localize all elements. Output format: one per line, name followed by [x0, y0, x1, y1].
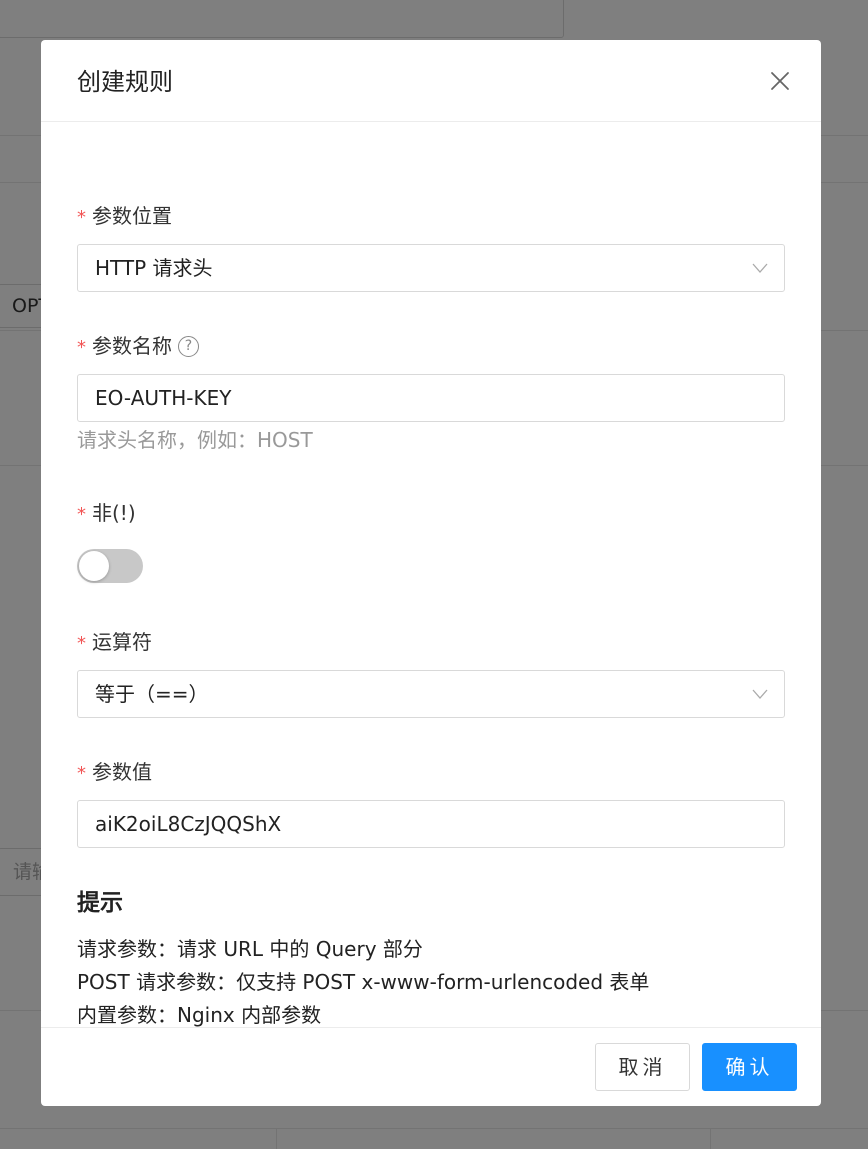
tips-line: 请求参数：请求 URL 中的 Query 部分 — [77, 937, 423, 961]
param-value-value: aiK2oiL8CzJQQShX — [95, 812, 282, 836]
param-name-input[interactable]: EO-AUTH-KEY — [77, 374, 785, 422]
tips-line: POST 请求参数：仅支持 POST x-www-form-urlencoded… — [77, 970, 650, 994]
required-mark: * — [77, 763, 86, 784]
param-name-value: EO-AUTH-KEY — [95, 386, 232, 410]
dialog-header: 创建规则 — [41, 40, 821, 122]
create-rule-dialog: 创建规则 * 参数位置 HTTP 请求头 * 参数名称 ? EO-AUTH-KE… — [41, 40, 821, 1106]
param-value-input[interactable]: aiK2oiL8CzJQQShX — [77, 800, 785, 848]
close-icon[interactable] — [769, 70, 791, 92]
chevron-down-icon — [752, 262, 768, 274]
chevron-down-icon — [752, 688, 768, 700]
dialog-title: 创建规则 — [77, 68, 173, 96]
operator-label-text: 运算符 — [92, 630, 152, 654]
toggle-knob — [79, 551, 109, 581]
required-mark: * — [77, 504, 86, 525]
param-location-label: * 参数位置 — [77, 202, 172, 230]
tips-line: 内置参数：Nginx 内部参数 — [77, 1003, 322, 1027]
dialog-footer: 取消 确认 — [41, 1027, 821, 1106]
not-label-text: 非(!) — [92, 501, 136, 525]
param-name-label: * 参数名称 ? — [77, 332, 199, 360]
required-mark: * — [77, 207, 86, 228]
operator-select[interactable]: 等于（==） — [77, 670, 785, 718]
param-value-label: * 参数值 — [77, 758, 152, 786]
confirm-button[interactable]: 确认 — [702, 1043, 797, 1091]
param-location-select[interactable]: HTTP 请求头 — [77, 244, 785, 292]
operator-label: * 运算符 — [77, 628, 152, 656]
not-label: * 非(!) — [77, 499, 136, 527]
not-toggle-switch[interactable] — [77, 549, 143, 583]
question-circle-icon[interactable]: ? — [178, 335, 199, 357]
operator-value: 等于（==） — [95, 682, 209, 706]
param-location-value: HTTP 请求头 — [95, 256, 213, 280]
required-mark: * — [77, 633, 86, 654]
cancel-button[interactable]: 取消 — [595, 1043, 690, 1091]
param-name-label-text: 参数名称 — [92, 334, 172, 358]
param-name-hint: 请求头名称，例如：HOST — [77, 428, 313, 452]
tips-title: 提示 — [77, 890, 123, 916]
param-location-label-text: 参数位置 — [92, 204, 172, 228]
param-value-label-text: 参数值 — [92, 760, 152, 784]
required-mark: * — [77, 337, 86, 358]
